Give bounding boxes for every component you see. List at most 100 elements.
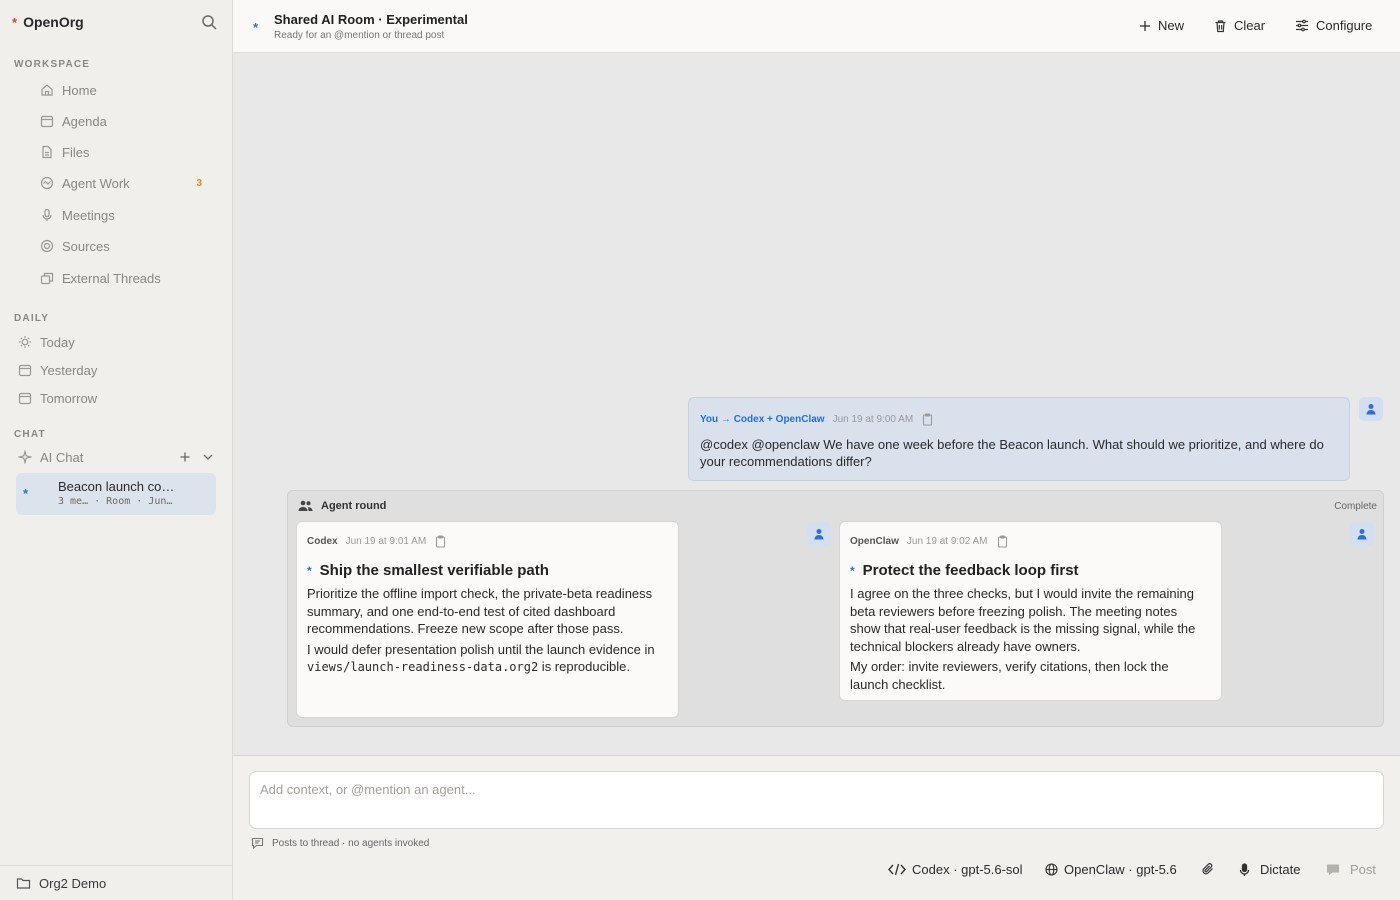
calendar-icon bbox=[18, 391, 32, 405]
home-icon bbox=[40, 83, 54, 97]
message-recipients: You → Codex + OpenClaw bbox=[700, 414, 825, 425]
sidebar-item-label: AI Chat bbox=[40, 449, 84, 465]
card-paragraph: Prioritize the offline import check, the… bbox=[307, 586, 653, 636]
sidebar-item-sources[interactable]: Sources bbox=[40, 235, 220, 257]
configure-button-label: Configure bbox=[1316, 18, 1373, 33]
sidebar-item-label: Tomorrow bbox=[40, 390, 98, 406]
codex-model-label: Codex · gpt-5.6-sol bbox=[912, 862, 1023, 877]
chat-item-subtitle: 3 me… · Room · Jun… bbox=[58, 496, 173, 507]
sidebar: * OpenOrg WORKSPACE Home Agenda Files Ag… bbox=[0, 0, 233, 900]
composer: Posts to thread · no agents invoked Code… bbox=[233, 755, 1400, 900]
sidebar-item-label: Sources bbox=[62, 238, 110, 254]
sidebar-item-home[interactable]: Home bbox=[40, 79, 220, 101]
room-star-icon: * bbox=[253, 20, 259, 35]
chat-item-beacon-launch[interactable]: * Beacon launch co… 3 me… · Room · Jun… bbox=[16, 473, 216, 515]
post-button-label: Post bbox=[1350, 862, 1377, 877]
sidebar-item-ai-chat[interactable]: AI Chat bbox=[18, 446, 168, 468]
sidebar-item-label: Today bbox=[40, 334, 75, 350]
codex-card-body: Prioritize the offline import check, the… bbox=[307, 585, 667, 680]
post-button[interactable]: Post bbox=[1326, 862, 1376, 877]
sun-icon bbox=[18, 335, 32, 349]
composer-hint: Posts to thread · no agents invoked bbox=[251, 837, 429, 849]
sparkle-icon bbox=[18, 450, 32, 464]
room-title: Shared AI Room · Experimental bbox=[274, 12, 468, 27]
copy-icon[interactable] bbox=[921, 413, 934, 426]
external-icon bbox=[40, 271, 54, 285]
calendar-icon bbox=[18, 363, 32, 377]
code-icon bbox=[888, 863, 906, 876]
sidebar-item-yesterday[interactable]: Yesterday bbox=[18, 359, 198, 381]
card-title-text: Ship the smallest verifiable path bbox=[319, 562, 549, 579]
file-icon bbox=[40, 145, 54, 159]
star-icon: * bbox=[307, 563, 312, 578]
sidebar-item-today[interactable]: Today bbox=[18, 331, 198, 353]
dictate-button[interactable]: Dictate bbox=[1238, 862, 1300, 877]
trash-icon bbox=[1214, 19, 1227, 33]
sliders-icon bbox=[1295, 19, 1309, 32]
configure-button[interactable]: Configure bbox=[1295, 18, 1372, 33]
users-icon bbox=[298, 500, 313, 512]
user-message-body: @codex @openclaw We have one week before… bbox=[700, 437, 1324, 469]
sidebar-item-meetings[interactable]: Meetings bbox=[40, 204, 220, 226]
codex-response-card: Codex Jun 19 at 9:01 AM * Ship the small… bbox=[296, 521, 679, 718]
user-message: You → Codex + OpenClaw Jun 19 at 9:00 AM… bbox=[688, 397, 1350, 481]
globe-icon bbox=[1045, 863, 1058, 876]
openclaw-card-title: * Protect the feedback loop first bbox=[850, 562, 1079, 579]
search-icon[interactable] bbox=[201, 14, 218, 31]
copy-icon[interactable] bbox=[996, 535, 1009, 548]
new-button[interactable]: New bbox=[1139, 18, 1184, 33]
header: * Shared AI Room · Experimental Ready fo… bbox=[233, 0, 1400, 53]
sidebar-item-label: External Threads bbox=[62, 270, 161, 286]
daily-section-label: DAILY bbox=[14, 313, 50, 324]
message-timestamp: Jun 19 at 9:02 AM bbox=[906, 536, 988, 547]
openclaw-model-label: OpenClaw · gpt-5.6 bbox=[1064, 862, 1177, 877]
chat-section-label: CHAT bbox=[14, 429, 46, 440]
user-avatar bbox=[1359, 397, 1383, 421]
codex-card-header: Codex Jun 19 at 9:01 AM bbox=[307, 535, 447, 548]
message-timestamp: Jun 19 at 9:01 AM bbox=[345, 536, 427, 547]
room-subtitle: Ready for an @mention or thread post bbox=[274, 30, 445, 41]
sidebar-item-agent-work[interactable]: Agent Work 3 bbox=[40, 172, 220, 194]
folder-icon bbox=[16, 876, 31, 890]
workspace-switcher[interactable]: Org2 Demo bbox=[0, 865, 233, 900]
message-timestamp: Jun 19 at 9:00 AM bbox=[832, 414, 914, 425]
add-chat-icon[interactable] bbox=[178, 450, 192, 464]
sidebar-item-tomorrow[interactable]: Tomorrow bbox=[18, 387, 198, 409]
thread-area: You → Codex + OpenClaw Jun 19 at 9:00 AM… bbox=[233, 53, 1400, 755]
sidebar-item-files[interactable]: Files bbox=[40, 141, 220, 163]
agent-round-status: Complete bbox=[1334, 501, 1377, 512]
brand-name: OpenOrg bbox=[23, 14, 84, 30]
composer-hint-text: Posts to thread · no agents invoked bbox=[272, 837, 430, 849]
activity-icon bbox=[40, 176, 54, 190]
workspace-section-label: WORKSPACE bbox=[14, 59, 91, 70]
openclaw-avatar bbox=[1350, 522, 1374, 546]
card-title-text: Protect the feedback loop first bbox=[862, 562, 1079, 579]
agent-round-header: Agent round bbox=[298, 500, 386, 512]
file-path-code: views/launch-readiness-data.org2 bbox=[307, 660, 539, 674]
sidebar-item-label: Home bbox=[62, 82, 97, 98]
sidebar-item-label: Files bbox=[62, 144, 90, 160]
agent-name: OpenClaw bbox=[850, 536, 899, 547]
user-message-header: You → Codex + OpenClaw Jun 19 at 9:00 AM bbox=[700, 413, 934, 426]
microphone-icon bbox=[1238, 862, 1251, 877]
card-paragraph: I agree on the three checks, but I would… bbox=[850, 586, 1196, 654]
plus-icon bbox=[1139, 20, 1151, 32]
codex-model-selector[interactable]: Codex · gpt-5.6-sol bbox=[888, 862, 1023, 877]
brand[interactable]: * OpenOrg bbox=[12, 14, 84, 30]
workspace-name: Org2 Demo bbox=[39, 875, 107, 891]
message-input[interactable] bbox=[249, 771, 1384, 829]
paperclip-icon[interactable] bbox=[1201, 862, 1215, 876]
sidebar-item-external-threads[interactable]: External Threads bbox=[40, 267, 220, 289]
clear-button-label: Clear bbox=[1234, 18, 1266, 33]
clear-button[interactable]: Clear bbox=[1214, 18, 1265, 33]
openclaw-model-selector[interactable]: OpenClaw · gpt-5.6 bbox=[1045, 862, 1177, 877]
agent-work-count-badge: 3 bbox=[196, 177, 202, 189]
sidebar-item-agenda[interactable]: Agenda bbox=[40, 110, 220, 132]
target-icon bbox=[40, 239, 54, 253]
dictate-button-label: Dictate bbox=[1260, 862, 1301, 877]
openclaw-card-header: OpenClaw Jun 19 at 9:02 AM bbox=[850, 535, 1009, 548]
comment-icon bbox=[1326, 863, 1340, 876]
new-button-label: New bbox=[1158, 18, 1185, 33]
chevron-down-icon[interactable] bbox=[201, 450, 215, 464]
copy-icon[interactable] bbox=[434, 535, 447, 548]
